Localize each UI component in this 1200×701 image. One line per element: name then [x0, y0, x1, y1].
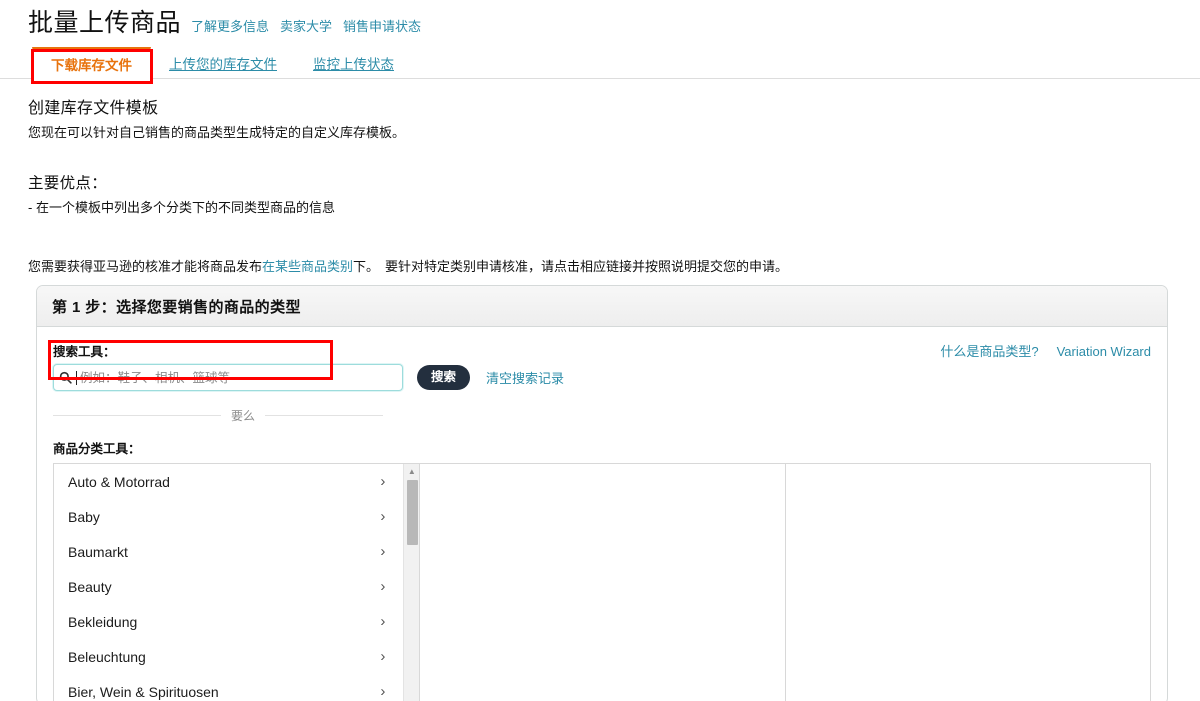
category-label: Baumarkt — [68, 543, 128, 560]
scrollbar-thumb[interactable] — [407, 480, 419, 545]
search-input[interactable] — [80, 365, 402, 390]
search-button[interactable]: 搜索 — [417, 365, 471, 390]
search-box[interactable] — [53, 364, 403, 391]
product-categories-link[interactable]: 在某些商品类别 — [262, 259, 353, 274]
category-label: Beauty — [68, 578, 112, 595]
page-root: 批量上传商品 了解更多信息 卖家大学 销售申请状态 下载库存文件 上传您的库存文… — [0, 0, 1200, 701]
category-label: Bekleidung — [68, 613, 138, 630]
tab-label: 下载库存文件 — [51, 58, 132, 73]
category-label: Bier, Wein & Spirituosen — [68, 683, 219, 700]
page-title: 批量上传商品 — [28, 9, 182, 37]
variation-wizard-link[interactable]: Variation Wizard — [1057, 344, 1151, 359]
page-header: 批量上传商品 了解更多信息 卖家大学 销售申请状态 — [0, 0, 1200, 46]
tab-upload-inventory-file[interactable]: 上传您的库存文件 — [151, 47, 295, 78]
intro-heading: 创建库存文件模板 — [28, 100, 159, 117]
divider-line-right — [265, 415, 383, 416]
step-1-panel: 第 1 步：选择您要销售的商品的类型 什么是商品类型? Variation Wi… — [36, 285, 1168, 701]
approval-text-after: 下。 — [353, 259, 380, 274]
chevron-right-icon: › — [380, 648, 386, 665]
or-divider: 要么 — [53, 407, 383, 424]
step-1-body: 什么是商品类型? Variation Wizard 搜索工具： 搜索 清 — [37, 327, 1167, 701]
step-1-title: 第 1 步：选择您要销售的商品的类型 — [37, 286, 1167, 327]
tab-monitor-upload-status[interactable]: 监控上传状态 — [295, 47, 412, 78]
approval-text-before: 您需要获得亚马逊的核准才能将商品发布 — [28, 259, 263, 274]
list-item[interactable]: Bekleidung › — [54, 604, 403, 639]
chevron-right-icon: › — [380, 683, 386, 700]
search-row: 搜索 清空搜索记录 — [53, 364, 1151, 391]
seller-university-link[interactable]: 卖家大学 — [280, 16, 332, 35]
approval-notice: 您需要获得亚马逊的核准才能将商品发布在某些商品类别下。 要针对特定类别申请核准，请… — [28, 257, 1168, 277]
list-item[interactable]: Baumarkt › — [54, 534, 403, 569]
benefit-item: - 在一个模板中列出多个分类下的不同类型商品的信息 — [28, 200, 335, 215]
approval-text-instructions: 要针对特定类别申请核准，请点击相应链接并按照说明提交您的申请。 — [385, 259, 789, 274]
chevron-right-icon: › — [380, 473, 386, 490]
list-item[interactable]: Bier, Wein & Spirituosen › — [54, 674, 403, 701]
tab-download-inventory-file[interactable]: 下载库存文件 — [32, 47, 151, 79]
tab-label: 监控上传状态 — [313, 56, 394, 72]
category-column-1: Auto & Motorrad › Baby › Baumarkt › Beau… — [54, 464, 420, 701]
intro-section: 创建库存文件模板 您现在可以针对自己销售的商品类型生成特定的自定义库存模板。 主… — [28, 94, 1168, 277]
chevron-right-icon: › — [380, 613, 386, 630]
benefits-heading: 主要优点： — [28, 175, 108, 192]
browse-tool-label: 商品分类工具： — [53, 442, 141, 456]
list-item[interactable]: Beauty › — [54, 569, 403, 604]
or-divider-label: 要么 — [230, 409, 255, 423]
list-item[interactable]: Auto & Motorrad › — [54, 464, 403, 499]
category-list: Auto & Motorrad › Baby › Baumarkt › Beau… — [54, 464, 403, 701]
tab-label: 上传您的库存文件 — [169, 56, 277, 72]
text-caret — [76, 370, 77, 385]
category-browser: Auto & Motorrad › Baby › Baumarkt › Beau… — [53, 463, 1151, 701]
category-list-scrollbar[interactable]: ▲ — [403, 464, 420, 701]
search-icon — [54, 371, 76, 384]
scroll-up-arrow-icon[interactable]: ▲ — [404, 464, 419, 478]
chevron-right-icon: › — [380, 543, 386, 560]
category-label: Beleuchtung — [68, 648, 146, 665]
category-label: Auto & Motorrad — [68, 473, 170, 490]
chevron-right-icon: › — [380, 578, 386, 595]
what-is-product-type-link[interactable]: 什么是商品类型? — [940, 341, 1038, 360]
category-label: Baby — [68, 508, 100, 525]
chevron-right-icon: › — [380, 508, 386, 525]
clear-search-history-link[interactable]: 清空搜索记录 — [486, 368, 564, 387]
category-column-3 — [784, 464, 1151, 701]
learn-more-link[interactable]: 了解更多信息 — [191, 16, 269, 35]
list-item[interactable]: Beleuchtung › — [54, 639, 403, 674]
application-status-link[interactable]: 销售申请状态 — [343, 16, 421, 35]
tab-bar: 下载库存文件 上传您的库存文件 监控上传状态 — [0, 47, 1200, 79]
panel-right-links: 什么是商品类型? Variation Wizard — [940, 341, 1151, 360]
category-column-2 — [419, 464, 785, 701]
divider-line-left — [53, 415, 221, 416]
list-item[interactable]: Baby › — [54, 499, 403, 534]
intro-subheading: 您现在可以针对自己销售的商品类型生成特定的自定义库存模板。 — [28, 125, 406, 140]
header-links: 了解更多信息 卖家大学 销售申请状态 — [191, 16, 421, 35]
